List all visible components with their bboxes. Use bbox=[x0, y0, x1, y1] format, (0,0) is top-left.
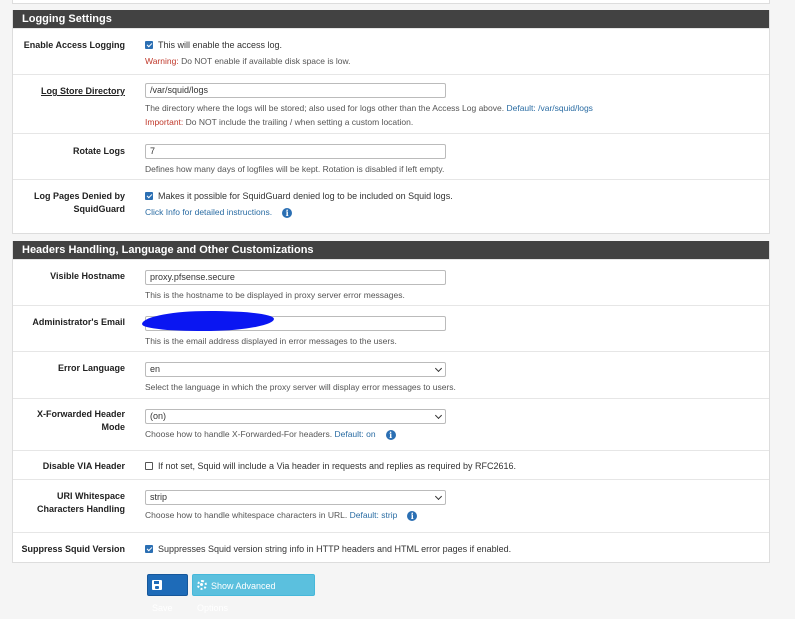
panel-title-logging: Logging Settings bbox=[13, 10, 769, 28]
info-icon[interactable]: i bbox=[407, 511, 418, 521]
row-suppress-version: Suppress Squid Version Suppresses Squid … bbox=[13, 532, 769, 562]
page: Logging Settings Enable Access Logging T… bbox=[12, 0, 770, 570]
control-denied: Makes it possible for SquidGuard denied … bbox=[145, 190, 755, 218]
visible-hostname-input[interactable]: proxy.pfsense.secure bbox=[145, 270, 446, 285]
label-rotate-logs: Rotate Logs bbox=[72, 146, 125, 156]
disable-via-checkbox[interactable] bbox=[145, 462, 153, 470]
gear-icon bbox=[197, 580, 207, 590]
uri-whitespace-value: strip bbox=[150, 492, 168, 502]
xff-mode-select[interactable]: (on) bbox=[145, 409, 446, 424]
row-log-pages-denied: Log Pages Denied by SquidGuard Makes it … bbox=[13, 179, 769, 232]
row-error-language: Error Language en Select the language in… bbox=[13, 351, 769, 398]
row-log-store-directory: Log Store Directory /var/squid/logs The … bbox=[13, 74, 769, 133]
access-logging-checkbox[interactable] bbox=[145, 41, 153, 49]
error-language-value: en bbox=[150, 364, 161, 374]
important-text: Do NOT include the trailing / when setti… bbox=[183, 117, 414, 127]
chevron-down-icon bbox=[434, 411, 443, 420]
control-via: If not set, Squid will include a Via hea… bbox=[145, 460, 755, 472]
info-icon[interactable]: i bbox=[385, 430, 396, 440]
save-icon bbox=[152, 580, 162, 590]
chevron-down-icon bbox=[434, 364, 443, 373]
label-visible-hostname: Visible Hostname bbox=[50, 271, 125, 281]
row-enable-access-logging: Enable Access Logging This will enable t… bbox=[13, 28, 769, 74]
label-xff-mode: X-Forwarded Header Mode bbox=[13, 408, 125, 434]
uri-help: Choose how to handle whitespace characte… bbox=[145, 510, 350, 520]
denied-info-help: Click Info for detailed instructions. bbox=[145, 207, 273, 217]
log-dir-help: The directory where the logs will be sto… bbox=[145, 103, 507, 113]
uri-default: Default: strip bbox=[349, 510, 398, 520]
label-line-1: X-Forwarded Header bbox=[36, 409, 125, 419]
headers-handling-panel: Headers Handling, Language and Other Cus… bbox=[12, 241, 770, 563]
control-hostname: proxy.pfsense.secure This is the hostnam… bbox=[145, 270, 755, 301]
logging-settings-panel: Logging Settings Enable Access Logging T… bbox=[12, 10, 770, 234]
label-enable-access-logging: Enable Access Logging bbox=[23, 40, 125, 50]
row-admin-email: Administrator's Email This is the email … bbox=[13, 305, 769, 351]
language-help: Select the language in which the proxy s… bbox=[145, 382, 456, 392]
label-log-store-directory[interactable]: Log Store Directory bbox=[13, 85, 125, 98]
label-line-2: Mode bbox=[101, 422, 126, 432]
label-line-1: URI Whitespace bbox=[56, 491, 125, 501]
xff-default: Default: on bbox=[334, 429, 376, 439]
label-line-2: SquidGuard bbox=[73, 204, 126, 214]
suppress-version-text: Suppresses Squid version string info in … bbox=[158, 544, 512, 554]
uri-whitespace-select[interactable]: strip bbox=[145, 490, 446, 505]
show-advanced-options-button[interactable]: Show Advanced Options bbox=[192, 574, 315, 613]
xff-mode-value: (on) bbox=[150, 411, 167, 421]
label-disable-via: Disable VIA Header bbox=[42, 461, 125, 471]
row-visible-hostname: Visible Hostname proxy.pfsense.secure Th… bbox=[13, 259, 769, 305]
log-dir-default-link[interactable]: Default: /var/squid/logs bbox=[506, 103, 592, 113]
suppress-version-checkbox[interactable] bbox=[145, 545, 153, 553]
xff-help: Choose how to handle X-Forwarded-For hea… bbox=[145, 429, 335, 439]
important-label: Important: bbox=[145, 117, 184, 127]
denied-log-text: Makes it possible for SquidGuard denied … bbox=[158, 191, 453, 201]
warning-label: Warning: bbox=[145, 56, 179, 66]
info-icon[interactable]: i bbox=[282, 208, 293, 218]
previous-panel-bottom bbox=[12, 0, 770, 4]
rotate-logs-help: Defines how many days of logfiles will b… bbox=[145, 164, 445, 174]
row-uri-whitespace: URI Whitespace Characters Handling strip… bbox=[13, 479, 769, 532]
denied-log-checkbox[interactable] bbox=[145, 192, 153, 200]
row-xff-mode: X-Forwarded Header Mode (on) Choose how … bbox=[13, 398, 769, 450]
label-line-1: Log Pages Denied by bbox=[33, 191, 125, 201]
rotate-logs-input[interactable]: 7 bbox=[145, 144, 446, 159]
control-suppress: Suppresses Squid version string info in … bbox=[145, 543, 755, 555]
warning-text: Do NOT enable if available disk space is… bbox=[178, 56, 351, 66]
advanced-label: Show Advanced Options bbox=[197, 581, 276, 613]
control-language: en Select the language in which the prox… bbox=[145, 362, 755, 393]
label-log-pages-denied: Log Pages Denied by SquidGuard bbox=[13, 190, 125, 216]
control-rotate: 7 Defines how many days of logfiles will… bbox=[145, 144, 755, 175]
row-disable-via: Disable VIA Header If not set, Squid wil… bbox=[13, 450, 769, 479]
log-dir-input[interactable]: /var/squid/logs bbox=[145, 83, 446, 98]
label-suppress-version: Suppress Squid Version bbox=[21, 544, 125, 554]
label-error-language: Error Language bbox=[57, 363, 125, 373]
save-button[interactable]: Save bbox=[147, 574, 188, 613]
control-xff: (on) Choose how to handle X-Forwarded-Fo… bbox=[145, 409, 755, 440]
label-uri-whitespace: URI Whitespace Characters Handling bbox=[13, 490, 125, 516]
control-log-dir: /var/squid/logs The directory where the … bbox=[145, 83, 755, 128]
row-rotate-logs: Rotate Logs 7 Defines how many days of l… bbox=[13, 133, 769, 179]
error-language-select[interactable]: en bbox=[145, 362, 446, 377]
control-uri: strip Choose how to handle whitespace ch… bbox=[145, 490, 755, 521]
panel-title-headers: Headers Handling, Language and Other Cus… bbox=[13, 241, 769, 259]
control-email: This is the email address displayed in e… bbox=[141, 309, 755, 347]
access-logging-text: This will enable the access log. bbox=[158, 40, 283, 50]
chevron-down-icon bbox=[434, 492, 443, 501]
email-help: This is the email address displayed in e… bbox=[145, 336, 397, 346]
save-label: Save bbox=[152, 603, 173, 613]
disable-via-text: If not set, Squid will include a Via hea… bbox=[158, 461, 517, 471]
label-admin-email: Administrator's Email bbox=[32, 317, 125, 327]
control-access-logging: This will enable the access log. Warning… bbox=[145, 39, 755, 67]
label-line-2: Characters Handling bbox=[36, 504, 125, 514]
hostname-help: This is the hostname to be displayed in … bbox=[145, 290, 405, 300]
